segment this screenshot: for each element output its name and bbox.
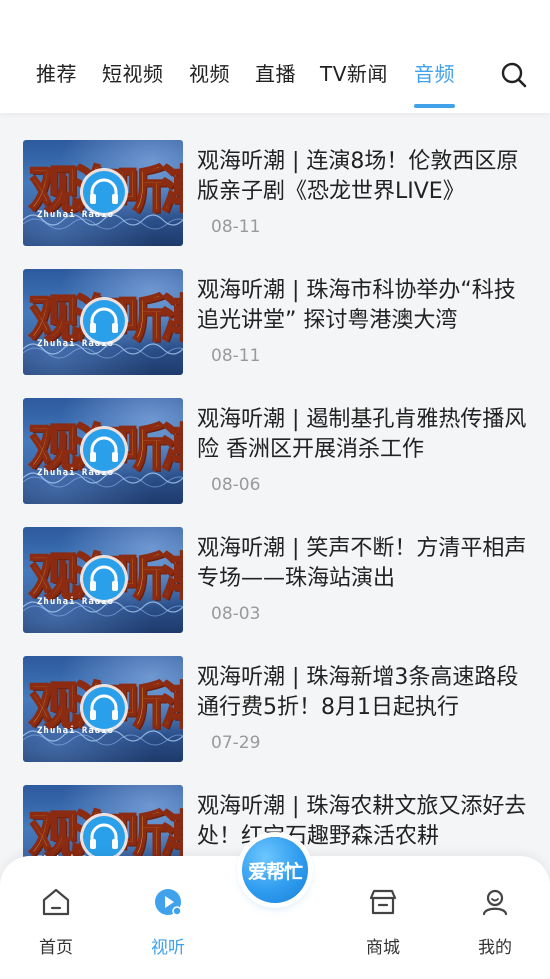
thumbnail: 观海听潮Zhuhai Radio	[23, 140, 183, 246]
help-center-button[interactable]: 爱帮忙	[242, 837, 308, 903]
item-date: 08-03	[211, 604, 261, 624]
top-bar: 推荐 短视频 视频 直播 TV新闻 音频	[0, 0, 550, 113]
headphones-icon	[80, 684, 128, 732]
list-item[interactable]: 观海听潮Zhuhai Radio 观海听潮 | 珠海市科协举办“科技追光讲堂” 探…	[0, 242, 550, 375]
nav-mall-label: 商城	[366, 938, 400, 958]
user-icon	[482, 889, 508, 916]
nav-home-label: 首页	[39, 938, 73, 958]
audio-list: 观海听潮Zhuhai Radio 观海听潮 | 连演8场！伦敦西区原版亲子剧《恐龙…	[0, 113, 550, 873]
nav-mall[interactable]: 商城	[343, 856, 423, 966]
item-title: 观海听潮 | 珠海市科协举办“科技追光讲堂” 探讨粤港澳大湾	[197, 278, 516, 333]
headphones-icon	[80, 297, 128, 345]
headphones-icon	[80, 813, 128, 861]
item-title: 观海听潮 | 笑声不断！方清平相声专场——珠海站演出	[197, 536, 527, 591]
tab-tv-news[interactable]: TV新闻	[320, 58, 388, 87]
item-title: 观海听潮 | 遏制基孔肯雅热传播风险 香洲区开展消杀工作	[197, 407, 527, 462]
store-icon	[369, 889, 397, 915]
search-button[interactable]	[500, 61, 528, 89]
item-title: 观海听潮 | 连演8场！伦敦西区原版亲子剧《恐龙世界LIVE》	[197, 149, 519, 204]
item-date: 07-29	[211, 733, 261, 753]
headphones-icon	[80, 555, 128, 603]
nav-listen[interactable]: 视听	[128, 856, 208, 966]
list-item[interactable]: 观海听潮Zhuhai Radio 观海听潮 | 珠海新增3条高速路段通行费5折！8…	[0, 629, 550, 762]
nav-home[interactable]: 首页	[16, 856, 96, 966]
nav-mine[interactable]: 我的	[455, 856, 535, 966]
headphones-icon	[80, 426, 128, 474]
item-date: 08-06	[211, 475, 261, 495]
item-title: 观海听潮 | 珠海农耕文旅又添好去处！红宝石趣野森活农耕	[197, 794, 527, 849]
item-title: 观海听潮 | 珠海新增3条高速路段通行费5折！8月1日起执行	[197, 665, 519, 720]
tab-video[interactable]: 视频	[189, 58, 230, 87]
item-date: 08-11	[211, 217, 261, 237]
tab-recommend[interactable]: 推荐	[36, 58, 77, 87]
list-item[interactable]: 观海听潮Zhuhai Radio 观海听潮 | 连演8场！伦敦西区原版亲子剧《恐龙…	[0, 113, 550, 246]
play-circle-icon	[155, 889, 182, 916]
search-icon	[501, 62, 527, 88]
app-screen: 推荐 短视频 视频 直播 TV新闻 音频 观海听潮Zhuhai Radio观海听…	[0, 0, 550, 979]
channel-tabs: 推荐 短视频 视频 直播 TV新闻 音频	[0, 58, 550, 108]
nav-listen-label: 视听	[151, 938, 185, 958]
headphones-icon	[80, 168, 128, 216]
thumbnail: 观海听潮Zhuhai Radio	[23, 398, 183, 504]
help-center-label: 爱帮忙	[247, 861, 303, 883]
item-date: 08-11	[211, 346, 261, 366]
list-item[interactable]: 观海听潮Zhuhai Radio 观海听潮 | 遏制基孔肯雅热传播风险 香洲区开展…	[0, 371, 550, 504]
tab-short-video[interactable]: 短视频	[102, 58, 164, 87]
thumbnail: 观海听潮Zhuhai Radio	[23, 269, 183, 375]
tab-live[interactable]: 直播	[255, 58, 296, 87]
tab-audio[interactable]: 音频	[414, 58, 455, 87]
list-item[interactable]: 观海听潮Zhuhai Radio 观海听潮 | 笑声不断！方清平相声专场——珠海站…	[0, 500, 550, 633]
nav-mine-label: 我的	[478, 938, 512, 958]
home-icon	[42, 888, 70, 916]
thumbnail: 观海听潮Zhuhai Radio	[23, 527, 183, 633]
active-tab-indicator	[414, 104, 455, 108]
thumbnail: 观海听潮Zhuhai Radio	[23, 656, 183, 762]
